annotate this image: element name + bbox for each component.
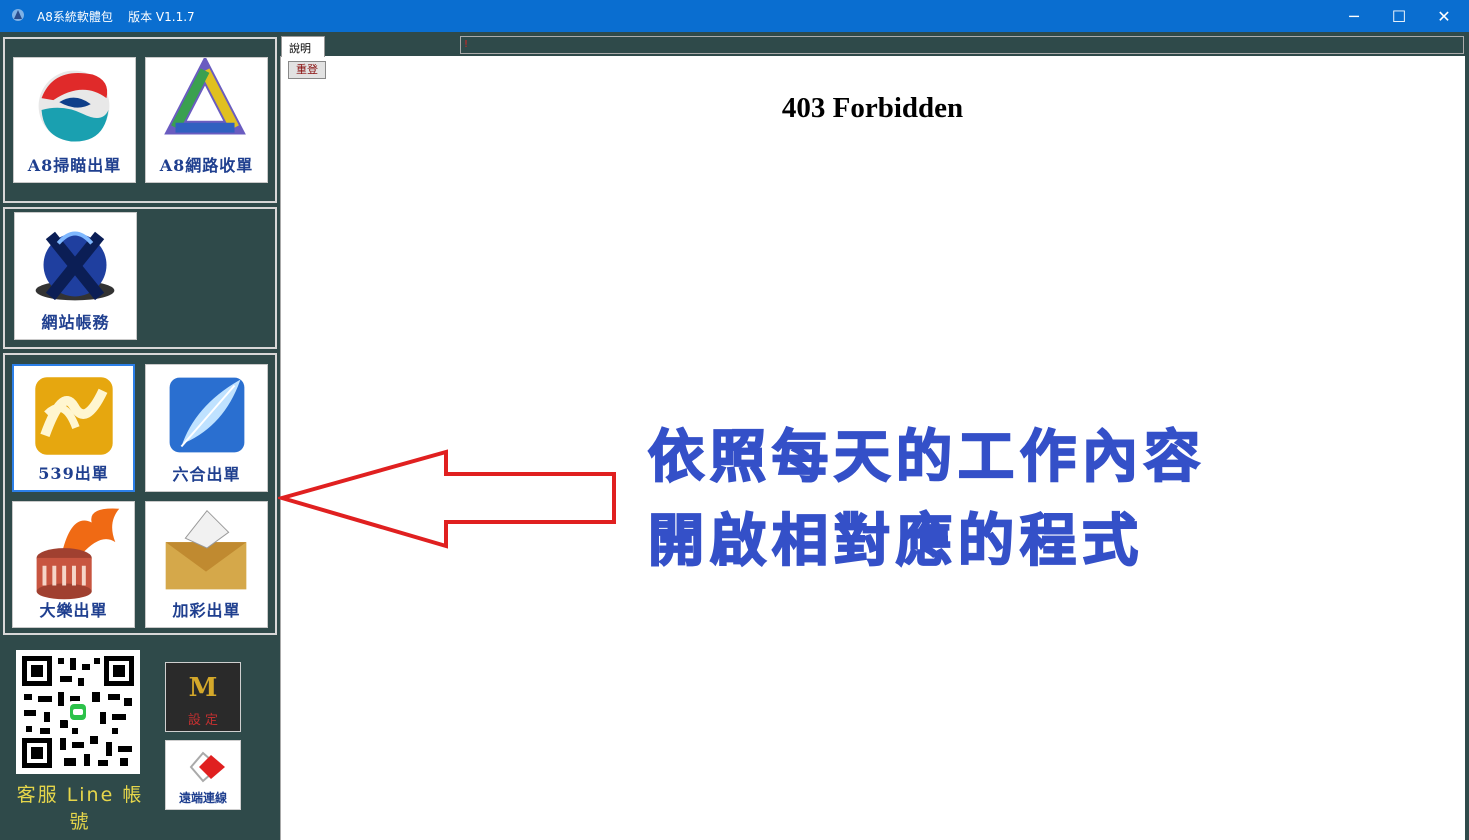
remote-diamond-icon [189, 751, 225, 783]
fire-coliseum-icon [36, 508, 120, 600]
minimize-icon: ─ [1349, 6, 1359, 26]
swirl-logo-icon [38, 70, 110, 142]
remote-connect-button[interactable]: 遠端連線 [165, 740, 241, 810]
tile-a8-scan[interactable]: A8掃瞄出單 [13, 57, 136, 183]
relogin-button[interactable]: 重登 [288, 61, 326, 79]
tile-label: 加彩出單 [172, 601, 241, 620]
close-button[interactable]: ✕ [1421, 0, 1467, 32]
m-logo-icon: M [188, 673, 218, 703]
settings-button[interactable]: M 設 定 [165, 662, 241, 732]
left-arrow-icon [278, 449, 616, 549]
maximize-button[interactable]: ☐ [1376, 0, 1422, 32]
address-bar[interactable]: ! [460, 36, 1464, 54]
maximize-icon: ☐ [1391, 6, 1407, 26]
qr-code-image [16, 650, 140, 774]
gold-swirl-icon [35, 377, 113, 455]
app-icon [12, 9, 24, 21]
tile-a8-net[interactable]: A8網路收單 [145, 57, 268, 183]
tile-label: 539出單 [38, 464, 109, 483]
tile-label: A8網路收單 [159, 156, 254, 175]
address-marker: ! [464, 39, 469, 50]
title-bar: A8系統軟體包 版本 V1.1.7 ─ ☐ ✕ [0, 0, 1469, 32]
tile-liuhe[interactable]: 六合出單 [145, 364, 268, 492]
tri-ribbon-icon [164, 58, 246, 135]
tab-strip: 說明 ! [280, 36, 1465, 57]
minimize-button[interactable]: ─ [1331, 0, 1377, 32]
tab-help[interactable]: 說明 [281, 36, 325, 57]
tile-label: 大樂出單 [39, 601, 108, 620]
instruction-line-2: 開啟相對應的程式 [647, 507, 1144, 575]
tile-web-accounts[interactable]: 網站帳務 [14, 212, 137, 340]
remote-connect-label: 遠端連線 [178, 791, 227, 805]
paper-crane-icon [165, 509, 247, 590]
page-heading: 403 Forbidden [781, 92, 964, 124]
tile-539[interactable]: 539出單 [12, 364, 135, 492]
tile-label: 網站帳務 [41, 313, 110, 332]
close-icon: ✕ [1437, 6, 1451, 26]
tile-label: A8掃瞄出單 [27, 156, 122, 175]
customer-service-line-label: 客服 Line 帳號 [16, 784, 144, 833]
blue-x-globe-icon [35, 231, 115, 301]
quill-icon [169, 377, 245, 453]
tile-label: 六合出單 [172, 465, 241, 484]
tile-dale[interactable]: 大樂出單 [12, 501, 135, 628]
instruction-line-1: 依照每天的工作內容 [647, 423, 1206, 491]
settings-label: 設 定 [187, 713, 219, 728]
window-title: A8系統軟體包 版本 V1.1.7 [37, 10, 195, 24]
tile-jiacai[interactable]: 加彩出單 [145, 501, 268, 628]
